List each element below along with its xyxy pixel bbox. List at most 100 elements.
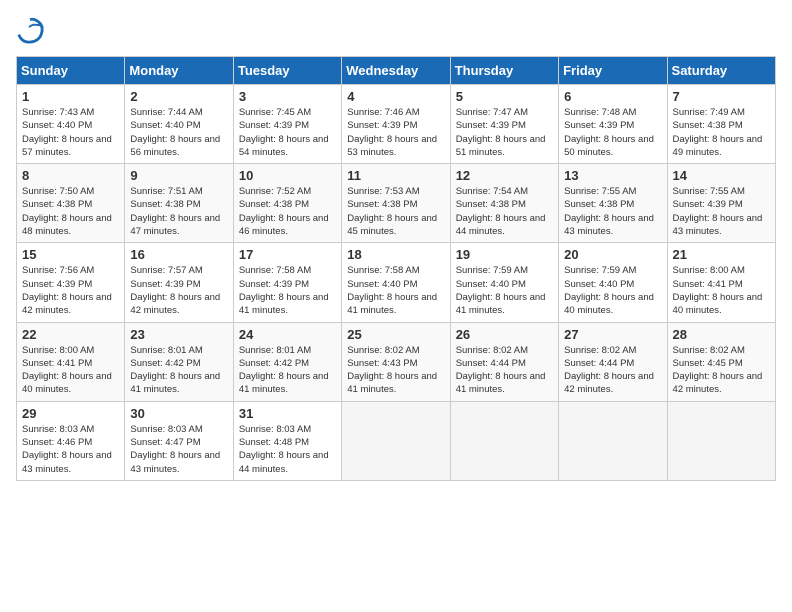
day-number: 14 bbox=[673, 168, 770, 183]
day-number: 2 bbox=[130, 89, 227, 104]
day-info: Sunrise: 7:58 AMSunset: 4:39 PMDaylight:… bbox=[239, 264, 336, 317]
day-number: 18 bbox=[347, 247, 444, 262]
day-info: Sunrise: 7:55 AMSunset: 4:38 PMDaylight:… bbox=[564, 185, 661, 238]
day-number: 6 bbox=[564, 89, 661, 104]
day-number: 25 bbox=[347, 327, 444, 342]
calendar-cell: 27 Sunrise: 8:02 AMSunset: 4:44 PMDayligh… bbox=[559, 322, 667, 401]
day-number: 31 bbox=[239, 406, 336, 421]
day-number: 23 bbox=[130, 327, 227, 342]
column-header-saturday: Saturday bbox=[667, 57, 775, 85]
calendar-cell bbox=[559, 401, 667, 480]
day-number: 26 bbox=[456, 327, 553, 342]
calendar-cell: 18 Sunrise: 7:58 AMSunset: 4:40 PMDayligh… bbox=[342, 243, 450, 322]
day-number: 28 bbox=[673, 327, 770, 342]
calendar-cell: 1 Sunrise: 7:43 AMSunset: 4:40 PMDaylight… bbox=[17, 85, 125, 164]
day-number: 20 bbox=[564, 247, 661, 262]
calendar-cell: 13 Sunrise: 7:55 AMSunset: 4:38 PMDayligh… bbox=[559, 164, 667, 243]
calendar-cell: 9 Sunrise: 7:51 AMSunset: 4:38 PMDaylight… bbox=[125, 164, 233, 243]
calendar-table: SundayMondayTuesdayWednesdayThursdayFrid… bbox=[16, 56, 776, 481]
column-header-monday: Monday bbox=[125, 57, 233, 85]
day-number: 27 bbox=[564, 327, 661, 342]
day-number: 22 bbox=[22, 327, 119, 342]
calendar-cell: 26 Sunrise: 8:02 AMSunset: 4:44 PMDayligh… bbox=[450, 322, 558, 401]
calendar-cell: 29 Sunrise: 8:03 AMSunset: 4:46 PMDayligh… bbox=[17, 401, 125, 480]
day-number: 19 bbox=[456, 247, 553, 262]
calendar-header-row: SundayMondayTuesdayWednesdayThursdayFrid… bbox=[17, 57, 776, 85]
day-number: 15 bbox=[22, 247, 119, 262]
logo-icon bbox=[16, 16, 44, 44]
calendar-cell: 11 Sunrise: 7:53 AMSunset: 4:38 PMDayligh… bbox=[342, 164, 450, 243]
calendar-cell: 25 Sunrise: 8:02 AMSunset: 4:43 PMDayligh… bbox=[342, 322, 450, 401]
day-number: 13 bbox=[564, 168, 661, 183]
column-header-wednesday: Wednesday bbox=[342, 57, 450, 85]
calendar-cell: 22Sunrise: 8:00 AMSunset: 4:41 PMDayligh… bbox=[17, 322, 125, 401]
day-info: Sunrise: 8:02 AMSunset: 4:44 PMDaylight:… bbox=[564, 344, 661, 397]
calendar-cell: 15 Sunrise: 7:56 AMSunset: 4:39 PMDayligh… bbox=[17, 243, 125, 322]
day-info: Sunrise: 8:02 AMSunset: 4:45 PMDaylight:… bbox=[673, 344, 770, 397]
day-info: Sunrise: 7:56 AMSunset: 4:39 PMDaylight:… bbox=[22, 264, 119, 317]
day-number: 16 bbox=[130, 247, 227, 262]
day-info: Sunrise: 7:53 AMSunset: 4:38 PMDaylight:… bbox=[347, 185, 444, 238]
calendar-cell: 21Sunrise: 8:00 AMSunset: 4:41 PMDayligh… bbox=[667, 243, 775, 322]
day-number: 8 bbox=[22, 168, 119, 183]
calendar-cell: 5 Sunrise: 7:47 AMSunset: 4:39 PMDaylight… bbox=[450, 85, 558, 164]
day-info: Sunrise: 7:58 AMSunset: 4:40 PMDaylight:… bbox=[347, 264, 444, 317]
day-info: Sunrise: 8:01 AMSunset: 4:42 PMDaylight:… bbox=[130, 344, 227, 397]
calendar-cell: 6Sunrise: 7:48 AMSunset: 4:39 PMDaylight… bbox=[559, 85, 667, 164]
day-number: 29 bbox=[22, 406, 119, 421]
calendar-cell: 20 Sunrise: 7:59 AMSunset: 4:40 PMDayligh… bbox=[559, 243, 667, 322]
calendar-cell: 12 Sunrise: 7:54 AMSunset: 4:38 PMDayligh… bbox=[450, 164, 558, 243]
week-row-2: 8 Sunrise: 7:50 AMSunset: 4:38 PMDaylight… bbox=[17, 164, 776, 243]
day-info: Sunrise: 7:59 AMSunset: 4:40 PMDaylight:… bbox=[564, 264, 661, 317]
day-info: Sunrise: 7:57 AMSunset: 4:39 PMDaylight:… bbox=[130, 264, 227, 317]
calendar-cell bbox=[342, 401, 450, 480]
day-number: 1 bbox=[22, 89, 119, 104]
day-info: Sunrise: 7:43 AMSunset: 4:40 PMDaylight:… bbox=[22, 106, 119, 159]
day-info: Sunrise: 7:46 AMSunset: 4:39 PMDaylight:… bbox=[347, 106, 444, 159]
day-info: Sunrise: 7:54 AMSunset: 4:38 PMDaylight:… bbox=[456, 185, 553, 238]
day-number: 17 bbox=[239, 247, 336, 262]
column-header-tuesday: Tuesday bbox=[233, 57, 341, 85]
calendar-cell bbox=[667, 401, 775, 480]
calendar-cell bbox=[450, 401, 558, 480]
calendar-cell: 31Sunrise: 8:03 AMSunset: 4:48 PMDayligh… bbox=[233, 401, 341, 480]
day-info: Sunrise: 8:02 AMSunset: 4:44 PMDaylight:… bbox=[456, 344, 553, 397]
day-number: 5 bbox=[456, 89, 553, 104]
header bbox=[16, 16, 776, 44]
calendar-cell: 8 Sunrise: 7:50 AMSunset: 4:38 PMDaylight… bbox=[17, 164, 125, 243]
week-row-3: 15 Sunrise: 7:56 AMSunset: 4:39 PMDayligh… bbox=[17, 243, 776, 322]
day-info: Sunrise: 7:55 AMSunset: 4:39 PMDaylight:… bbox=[673, 185, 770, 238]
day-number: 3 bbox=[239, 89, 336, 104]
day-info: Sunrise: 7:59 AMSunset: 4:40 PMDaylight:… bbox=[456, 264, 553, 317]
day-number: 7 bbox=[673, 89, 770, 104]
day-info: Sunrise: 7:47 AMSunset: 4:39 PMDaylight:… bbox=[456, 106, 553, 159]
calendar-cell: 17 Sunrise: 7:58 AMSunset: 4:39 PMDayligh… bbox=[233, 243, 341, 322]
day-info: Sunrise: 7:44 AMSunset: 4:40 PMDaylight:… bbox=[130, 106, 227, 159]
day-info: Sunrise: 7:51 AMSunset: 4:38 PMDaylight:… bbox=[130, 185, 227, 238]
day-info: Sunrise: 8:03 AMSunset: 4:46 PMDaylight:… bbox=[22, 423, 119, 476]
calendar-cell: 24 Sunrise: 8:01 AMSunset: 4:42 PMDayligh… bbox=[233, 322, 341, 401]
calendar-cell: 19 Sunrise: 7:59 AMSunset: 4:40 PMDayligh… bbox=[450, 243, 558, 322]
day-number: 11 bbox=[347, 168, 444, 183]
logo bbox=[16, 16, 46, 44]
day-number: 30 bbox=[130, 406, 227, 421]
day-number: 9 bbox=[130, 168, 227, 183]
day-info: Sunrise: 7:49 AMSunset: 4:38 PMDaylight:… bbox=[673, 106, 770, 159]
week-row-5: 29 Sunrise: 8:03 AMSunset: 4:46 PMDayligh… bbox=[17, 401, 776, 480]
day-info: Sunrise: 8:02 AMSunset: 4:43 PMDaylight:… bbox=[347, 344, 444, 397]
day-info: Sunrise: 7:52 AMSunset: 4:38 PMDaylight:… bbox=[239, 185, 336, 238]
day-number: 21 bbox=[673, 247, 770, 262]
day-number: 12 bbox=[456, 168, 553, 183]
week-row-4: 22Sunrise: 8:00 AMSunset: 4:41 PMDayligh… bbox=[17, 322, 776, 401]
day-info: Sunrise: 8:01 AMSunset: 4:42 PMDaylight:… bbox=[239, 344, 336, 397]
day-info: Sunrise: 7:45 AMSunset: 4:39 PMDaylight:… bbox=[239, 106, 336, 159]
day-number: 24 bbox=[239, 327, 336, 342]
day-info: Sunrise: 7:50 AMSunset: 4:38 PMDaylight:… bbox=[22, 185, 119, 238]
week-row-1: 1 Sunrise: 7:43 AMSunset: 4:40 PMDaylight… bbox=[17, 85, 776, 164]
calendar-cell: 2 Sunrise: 7:44 AMSunset: 4:40 PMDaylight… bbox=[125, 85, 233, 164]
column-header-friday: Friday bbox=[559, 57, 667, 85]
calendar-cell: 23 Sunrise: 8:01 AMSunset: 4:42 PMDayligh… bbox=[125, 322, 233, 401]
column-header-sunday: Sunday bbox=[17, 57, 125, 85]
calendar-cell: 3 Sunrise: 7:45 AMSunset: 4:39 PMDaylight… bbox=[233, 85, 341, 164]
calendar-cell: 7 Sunrise: 7:49 AMSunset: 4:38 PMDaylight… bbox=[667, 85, 775, 164]
